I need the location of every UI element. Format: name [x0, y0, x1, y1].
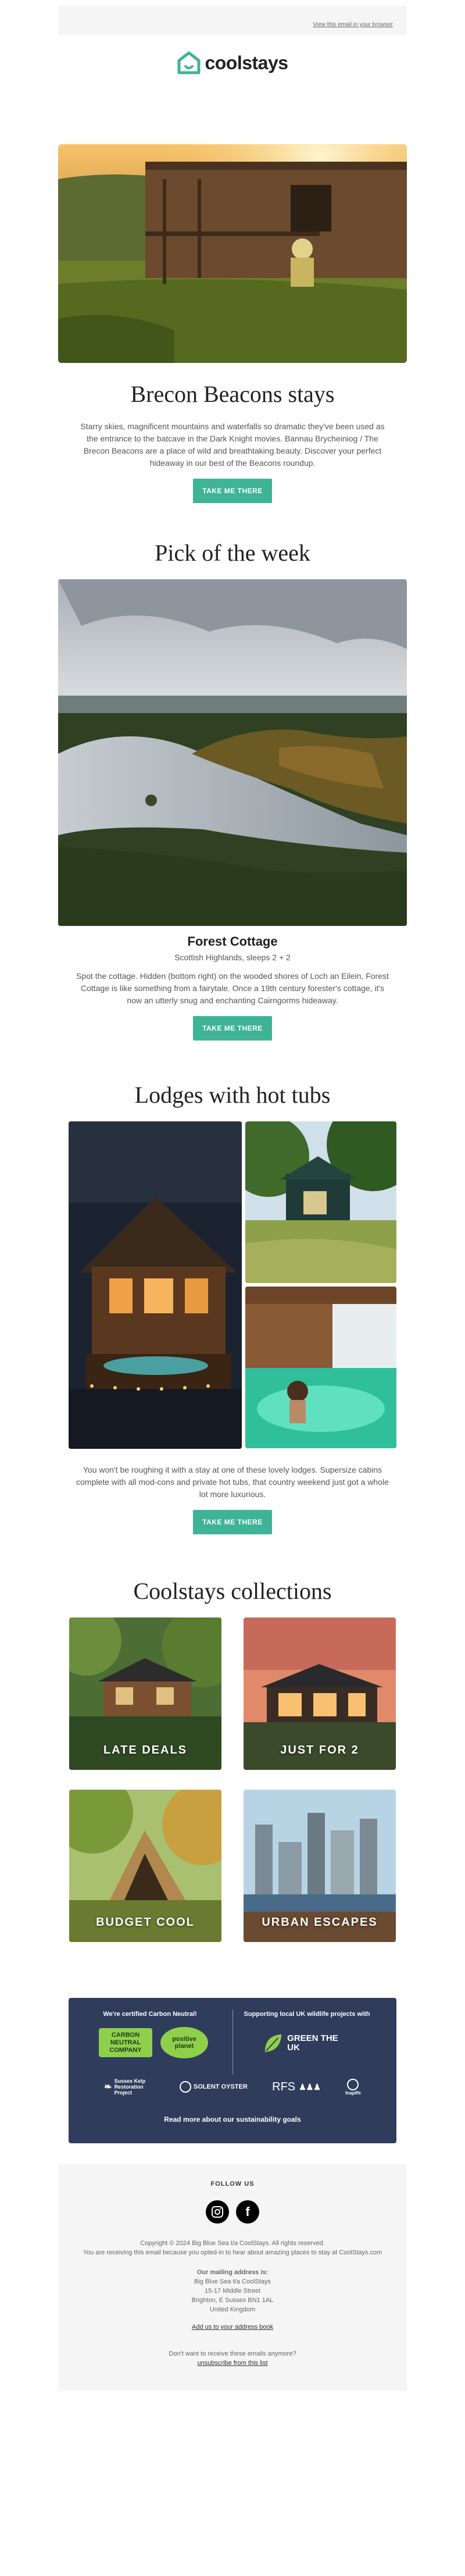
pool-photo: [245, 1287, 396, 1448]
copyright-text: Copyright © 2024 Big Blue Sea t/a CoolSt…: [140, 2240, 325, 2247]
lodges-heading: Lodges with hot tubs: [134, 1082, 331, 1108]
hero-title: Brecon Beacons stays: [130, 381, 335, 407]
hero-image-cabin-sunset[interactable]: [58, 144, 407, 363]
lodge-night-photo: [69, 1121, 242, 1449]
pick-property-subtitle: Scottish Highlands, sleeps 2 + 2: [174, 953, 291, 962]
lodge-image-pool[interactable]: [245, 1287, 396, 1448]
footer: FOLLOW US f Copyright © 2024 Big Blue Se…: [58, 2164, 407, 2391]
unsubscribe-question: Don't want to receive these emails anymo…: [169, 2350, 296, 2357]
collection-label: JUST FOR 2: [280, 1744, 359, 1756]
pick-property-name: Forest Cottage: [187, 934, 278, 949]
view-in-browser-link[interactable]: View this email in your browser: [313, 22, 393, 28]
pick-cta-button[interactable]: TAKE ME THERE: [193, 1016, 272, 1041]
brand-name: coolstays: [205, 52, 288, 73]
hero-cta-button[interactable]: TAKE ME THERE: [193, 479, 272, 503]
sustainability-link[interactable]: Read more about our sustainability goals: [69, 2115, 396, 2123]
instagram-glyph: [212, 2206, 223, 2218]
carbon-neutral-badge: CARBON NEUTRAL COMPANY: [99, 2028, 152, 2057]
hero-body: Starry skies, magnificent mountains and …: [80, 422, 385, 468]
oyster-icon: [179, 2081, 191, 2093]
social-links: f: [76, 2200, 389, 2224]
loch-aerial-photo: [58, 579, 407, 926]
positive-planet-badge: positive planet: [160, 2027, 208, 2058]
carbon-neutral-title: We're certified Carbon Neutral!: [103, 2011, 197, 2018]
collections-grid: LATE DEALS JUST FOR 2 BUDGET COOL URBAN …: [58, 1617, 407, 1942]
partner-bugdfe: bugdfe: [345, 2078, 361, 2096]
pick-heading: Pick of the week: [155, 540, 310, 566]
instagram-icon[interactable]: [206, 2200, 229, 2224]
collection-just-for-2[interactable]: JUST FOR 2: [244, 1617, 396, 1770]
collection-label: URBAN ESCAPES: [262, 1916, 378, 1929]
facebook-icon[interactable]: f: [236, 2200, 259, 2224]
partner-solent-oyster: SOLENT OYSTER: [179, 2081, 248, 2093]
unsubscribe-link[interactable]: unsubscribe from this list: [197, 2360, 267, 2367]
coolstays-logo[interactable]: coolstays: [58, 40, 407, 86]
pick-image-loch[interactable]: [58, 579, 407, 926]
people-icon: ♟♟♟: [299, 2082, 321, 2092]
pick-section: Pick of the week Forest Cottage Scottish…: [58, 539, 407, 1041]
house-icon: [177, 51, 201, 74]
add-to-address-book-link[interactable]: Add us to your address book: [192, 2324, 273, 2331]
collection-urban-escapes[interactable]: URBAN ESCAPES: [244, 1790, 396, 1942]
address-line: 15-17 Middle Street: [205, 2288, 260, 2294]
sustainability-banner[interactable]: We're certified Carbon Neutral! Supporti…: [69, 1998, 396, 2143]
collections-heading: Coolstays collections: [133, 1578, 332, 1604]
mailing-address-title: Our mailing address is:: [196, 2269, 269, 2276]
green-the-uk-text: GREEN THE UK: [287, 2033, 338, 2053]
collection-label: LATE DEALS: [103, 1744, 188, 1756]
lodges-image-grid: [69, 1121, 396, 1449]
wildlife-title: Supporting local UK wildlife projects wi…: [244, 2011, 370, 2018]
cabin-sunset-photo: [58, 144, 407, 363]
lodge-small-images: [245, 1121, 396, 1449]
lodge-image-cabin-meadow[interactable]: [245, 1121, 396, 1283]
email-container: View this email in your browser coolstay…: [58, 6, 407, 2391]
address-line: United Kingdom: [209, 2306, 256, 2313]
email-page: View this email in your browser coolstay…: [0, 0, 465, 2576]
hero-section: Brecon Beacons stays Starry skies, magni…: [58, 144, 407, 503]
kelp-icon: ❧: [104, 2082, 112, 2092]
collections-section: Coolstays collections LATE DEALS JUST FO…: [58, 1577, 407, 1942]
follow-us-label: FOLLOW US: [210, 2180, 255, 2187]
lodge-image-night-hottub[interactable]: [69, 1121, 242, 1449]
lodges-cta-button[interactable]: TAKE ME THERE: [193, 1510, 272, 1534]
partner-rfs: RFS ♟♟♟: [272, 2080, 321, 2093]
collection-late-deals[interactable]: LATE DEALS: [69, 1617, 221, 1770]
lodges-body: You won't be roughing it with a stay at …: [76, 1465, 389, 1499]
collection-label: BUDGET COOL: [96, 1916, 195, 1929]
leaf-icon: [264, 2034, 282, 2053]
pick-body: Spot the cottage. Hidden (bottom right) …: [76, 971, 389, 1005]
partner-sussex-kelp: ❧ Sussex Kelp Restoration Project: [104, 2078, 146, 2096]
facebook-glyph: f: [245, 2204, 250, 2219]
lodges-section: Lodges with hot tubs You won't be roughi…: [58, 1081, 407, 1534]
address-line: Big Blue Sea t/a CoolStays: [194, 2278, 271, 2285]
green-the-uk-logo: GREEN THE UK: [263, 2027, 350, 2060]
collection-budget-cool[interactable]: BUDGET COOL: [69, 1790, 221, 1942]
partner-logos: ❧ Sussex Kelp Restoration Project SOLENT…: [69, 2078, 396, 2096]
bug-icon: [347, 2078, 359, 2090]
address-line: Brighton, E Sussex BN1 1AL: [191, 2297, 274, 2304]
cabin-meadow-photo: [245, 1121, 396, 1283]
optin-reason-text: You are receiving this email because you…: [83, 2249, 382, 2256]
preheader-bar: View this email in your browser: [58, 6, 407, 35]
